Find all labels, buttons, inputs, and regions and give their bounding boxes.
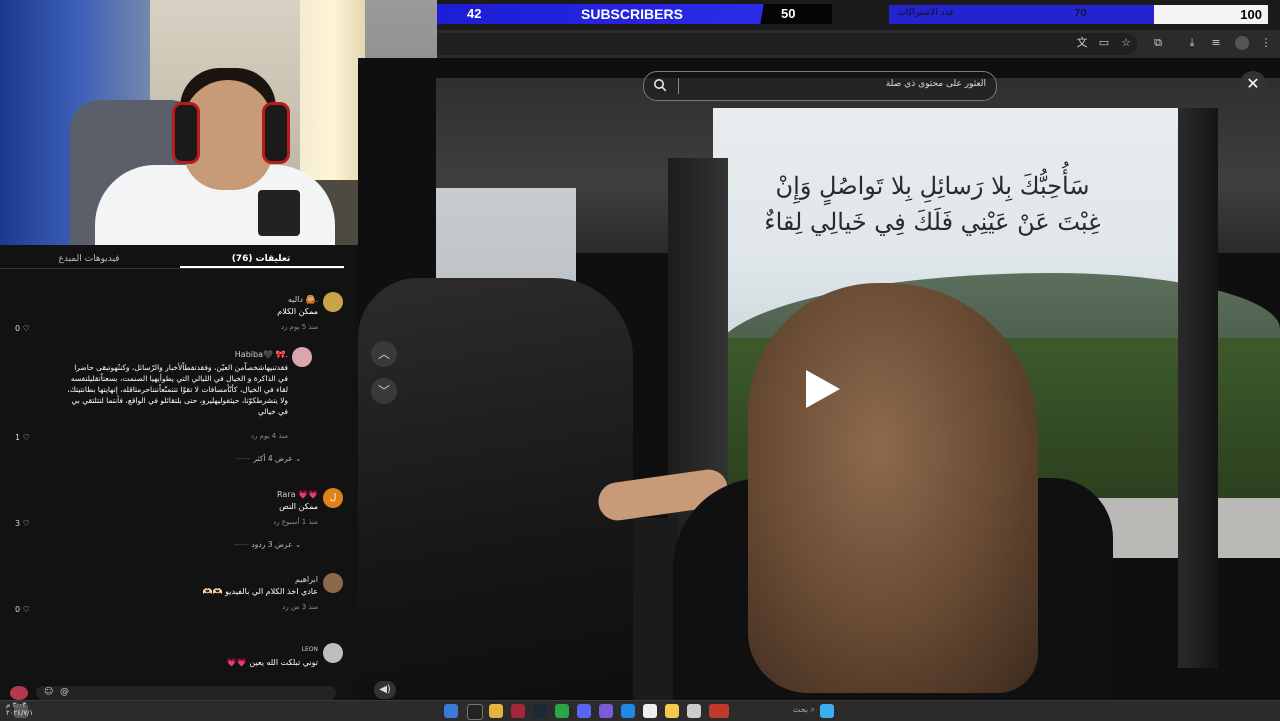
emoji-icon[interactable]: ☺ bbox=[44, 687, 53, 697]
active-tab-indicator bbox=[180, 266, 344, 268]
verse-line-2: غِبْتَ عَنْ عَيْنِي فَلَكَ فِي خَيالِي ل… bbox=[764, 208, 1101, 236]
car-seat bbox=[358, 278, 633, 700]
steam-icon[interactable] bbox=[533, 704, 547, 718]
like-button[interactable]: 3 ♡ bbox=[15, 519, 30, 528]
goal-total: 100 bbox=[1240, 7, 1262, 22]
translate-icon[interactable]: 文 bbox=[1075, 36, 1089, 50]
subscriber-current: 42 bbox=[467, 6, 482, 21]
windows-taskbar bbox=[0, 700, 1280, 721]
goal-caption: عدد الاشتراكات bbox=[897, 8, 955, 18]
comment-author[interactable]: LEON bbox=[200, 646, 318, 653]
taskbar-clock[interactable]: ٣:٠٣ م ٢٠٢٤/٧/١ bbox=[6, 701, 33, 717]
like-count: 1 bbox=[15, 433, 21, 442]
clock-time: ٣:٠٣ م bbox=[6, 701, 27, 709]
next-video-button[interactable]: ﹀ bbox=[371, 378, 397, 404]
taskbar-search[interactable]: بحث ⌕ bbox=[735, 703, 815, 717]
comment-author[interactable]: Habiba🖤 🎀. bbox=[180, 350, 288, 359]
like-button[interactable]: 0 ♡ bbox=[15, 605, 30, 614]
comment-meta[interactable]: منذ 3 س رد bbox=[200, 603, 318, 611]
heart-icon: ♡ bbox=[22, 324, 30, 333]
view-replies-label: عرض 4 أكثر bbox=[253, 454, 293, 463]
tab-creator-videos[interactable]: فيديوهات المبدع bbox=[0, 249, 178, 269]
chevron-down-icon: ⌄ bbox=[295, 454, 302, 463]
profile-avatar[interactable] bbox=[1235, 36, 1249, 50]
heart-icon: ♡ bbox=[22, 605, 30, 614]
verse-line-1: سَأُحِبُّكَ بِلا رَسائِلِ بِلا تَواصُلٍ … bbox=[775, 172, 1090, 200]
windows-start-icon[interactable] bbox=[820, 704, 834, 718]
extensions-icon[interactable]: ⧉ bbox=[1151, 36, 1165, 50]
like-button[interactable]: 0 ♡ bbox=[15, 324, 30, 333]
clock-date: ٢٠٢٤/٧/١ bbox=[6, 709, 34, 717]
close-button[interactable]: ✕ bbox=[1240, 71, 1266, 97]
like-count: 0 bbox=[15, 324, 21, 333]
avatar[interactable] bbox=[323, 643, 343, 663]
comment-author[interactable]: Rara 💗💗 bbox=[200, 490, 318, 499]
cast-icon[interactable]: ▭ bbox=[1097, 36, 1111, 50]
taskbar-search-label: بحث bbox=[792, 705, 808, 714]
edge-icon[interactable] bbox=[621, 704, 635, 718]
like-count: 3 bbox=[15, 519, 21, 528]
view-replies-label: عرض 3 ردود bbox=[251, 540, 293, 549]
mention-icon[interactable]: @ bbox=[60, 687, 69, 697]
menu-list-icon[interactable]: ≡ bbox=[1209, 36, 1223, 50]
comment-author[interactable]: ابراهيم bbox=[200, 575, 318, 584]
app-icon[interactable] bbox=[687, 704, 701, 718]
comment-meta[interactable]: منذ 4 يوم رد bbox=[180, 432, 288, 440]
discord-icon[interactable] bbox=[577, 704, 591, 718]
comment-text: فقدتنيهاشخصاًمن العيّن، وفقدتفطاًلأخبار … bbox=[67, 363, 288, 416]
previous-video-button[interactable]: ︿ bbox=[371, 341, 397, 367]
comment-text: توني تبلكت الله يعين 💗💗 bbox=[226, 658, 318, 667]
heart-icon: ♡ bbox=[22, 433, 30, 442]
app-icon[interactable] bbox=[599, 704, 613, 718]
app-icon[interactable] bbox=[709, 704, 729, 718]
chevron-down-icon: ⌄ bbox=[294, 540, 302, 549]
like-count: 0 bbox=[15, 605, 21, 614]
comment-meta[interactable]: منذ 1 أسبوع رد bbox=[200, 518, 318, 526]
post-button[interactable] bbox=[10, 686, 28, 700]
active-app-icon[interactable] bbox=[511, 704, 525, 718]
avatar[interactable] bbox=[323, 292, 343, 312]
download-icon[interactable]: ⤓ bbox=[1185, 36, 1199, 50]
chevron-down-icon: ﹀ bbox=[377, 384, 390, 398]
girl-hair bbox=[748, 283, 1038, 693]
comment-text: عادي اخذ الكلام الي بالفيديو 🫶🏻🫶🏻 bbox=[202, 587, 318, 596]
search-app-icon[interactable] bbox=[444, 704, 458, 718]
bookmark-star-icon[interactable]: ☆ bbox=[1119, 36, 1133, 50]
avatar[interactable] bbox=[323, 573, 343, 593]
heart-icon: ♡ bbox=[22, 519, 30, 528]
avatar[interactable]: ل bbox=[323, 488, 343, 508]
subscriber-target: 50 bbox=[781, 6, 796, 21]
comment-meta[interactable]: منذ 5 يوم رد bbox=[200, 323, 318, 331]
subscriber-counter: 42 SUBSCRIBERS 50 bbox=[437, 4, 832, 24]
play-icon[interactable] bbox=[806, 370, 840, 408]
comment-input[interactable] bbox=[36, 686, 336, 700]
search-placeholder: العثور على محتوى ذي صلة bbox=[885, 79, 986, 89]
comment-author[interactable]: داليه 🙆🏼. bbox=[200, 295, 318, 304]
browser-icon[interactable] bbox=[555, 704, 569, 718]
obs-icon[interactable] bbox=[467, 704, 483, 720]
related-search-input[interactable]: العثور على محتوى ذي صلة bbox=[643, 71, 997, 101]
chrome-icon[interactable] bbox=[489, 704, 503, 718]
volume-icon[interactable]: ◀) bbox=[374, 681, 396, 699]
comment-text: ممكن الكلام bbox=[277, 307, 318, 316]
search-icon bbox=[654, 79, 667, 92]
file-explorer-icon[interactable] bbox=[665, 704, 679, 718]
browser-toolbar: 文 ▭ ☆ ⧉ ⤓ ≡ ⋮ bbox=[437, 30, 1280, 59]
headphones bbox=[172, 102, 200, 164]
avatar[interactable] bbox=[292, 347, 312, 367]
view-replies-button[interactable]: ⌄ عرض 3 ردود —— bbox=[234, 540, 301, 549]
notepad-icon[interactable] bbox=[643, 704, 657, 718]
view-replies-button[interactable]: ⌄ عرض 4 أكثر —— bbox=[236, 454, 301, 463]
tabs-divider bbox=[0, 268, 344, 269]
chevron-up-icon: ︿ bbox=[377, 347, 390, 361]
address-bar[interactable] bbox=[437, 33, 1137, 55]
subscriber-label: SUBSCRIBERS bbox=[581, 6, 683, 22]
more-options-icon[interactable]: ⋮ bbox=[1259, 36, 1273, 50]
shirt-logo bbox=[258, 190, 300, 236]
subscriber-goal-bar: عدد الاشتراكات 70 100 bbox=[889, 5, 1268, 24]
like-button[interactable]: 1 ♡ bbox=[15, 433, 30, 442]
goal-current: 70 bbox=[1074, 8, 1087, 19]
comment-text: ممكن النص bbox=[279, 502, 318, 511]
video-caption-verse: سَأُحِبُّكَ بِلا رَسائِلِ بِلا تَواصُلٍ … bbox=[720, 168, 1145, 248]
